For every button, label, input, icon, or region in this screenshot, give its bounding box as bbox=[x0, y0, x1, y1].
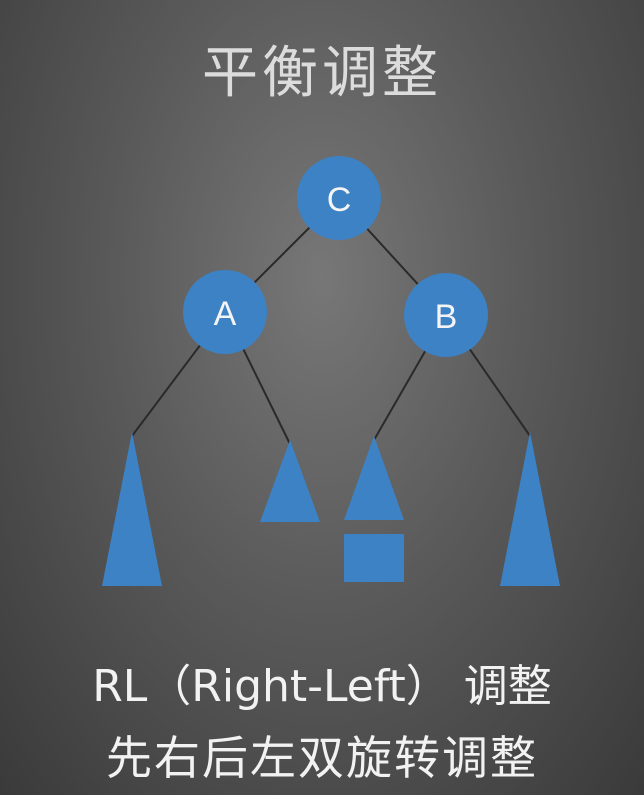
subtree-triangle-tall-left bbox=[102, 432, 162, 586]
node-c-label: C bbox=[327, 181, 352, 219]
node-b: B bbox=[404, 273, 488, 357]
node-c: C bbox=[297, 156, 381, 240]
node-a: A bbox=[183, 270, 267, 354]
inserted-node-square bbox=[344, 534, 404, 582]
node-a-label: A bbox=[214, 295, 237, 333]
subtree-triangle-small-b-left bbox=[344, 436, 404, 520]
node-b-label: B bbox=[435, 298, 458, 336]
subtree-triangle-tall-right bbox=[500, 432, 560, 586]
slide: 平衡调整 C A B RL（Right-Left） 调整 先右后左双旋转调整 bbox=[0, 0, 644, 795]
caption-rotation-type: RL（Right-Left） 调整 bbox=[92, 661, 552, 712]
subtree-triangle-small-a-right bbox=[260, 440, 320, 522]
caption-rotation-description: 先右后左双旋转调整 bbox=[106, 731, 538, 785]
